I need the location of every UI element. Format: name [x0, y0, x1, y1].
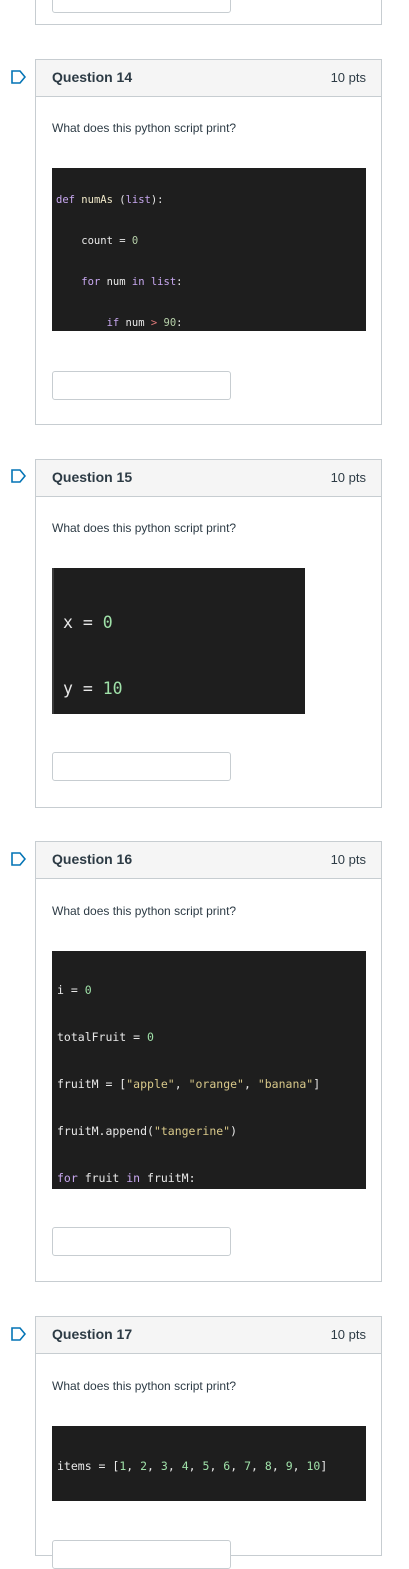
question-15-card: Question 15 10 pts What does this python…: [35, 459, 382, 808]
question-title: Question 16: [52, 851, 133, 867]
code-line: items = [1, 2, 3, 4, 5, 6, 7, 8, 9, 10]: [57, 1459, 328, 1473]
code-line: x = 0: [63, 613, 113, 632]
question-points: 10 pts: [330, 1327, 366, 1342]
code-line: if num > 90:: [106, 317, 183, 329]
code-line: for fruit in fruitM:: [57, 1171, 196, 1185]
code-line: y = 10: [63, 678, 123, 698]
answer-input[interactable]: [52, 371, 231, 400]
code-line: count = 0: [56, 235, 139, 247]
question-title: Question 17: [52, 1326, 133, 1342]
question-points: 10 pts: [330, 852, 366, 867]
code-image: i = 0 totalFruit = 0 fruitM = ["apple", …: [52, 951, 366, 1189]
question-17-card: Question 17 10 pts What does this python…: [35, 1316, 382, 1569]
code-line: for num in list:: [81, 276, 183, 288]
flag-question-icon[interactable]: [11, 852, 26, 866]
code-image: def numAs (list): count = 0 for num in l…: [52, 168, 366, 331]
code-image: items = [1, 2, 3, 4, 5, 6, 7, 8, 9, 10] …: [52, 1426, 366, 1501]
question-16-card: Question 16 10 pts What does this python…: [35, 841, 382, 1282]
answer-input[interactable]: [52, 1540, 231, 1569]
code-line: fruitM = ["apple", "orange", "banana"]: [57, 1077, 321, 1091]
flag-question-icon[interactable]: [11, 1327, 26, 1341]
question-points: 10 pts: [330, 70, 366, 85]
code-image: x = 0 y = 10 z = 20 print(x < y < (z-5)): [52, 568, 305, 714]
question-header: Question 15 10 pts: [36, 460, 381, 497]
question-prompt: What does this python script print?: [52, 904, 237, 918]
question-points: 10 pts: [330, 470, 366, 485]
code-line: fruitM.append("tangerine"): [57, 1124, 238, 1138]
question-header: Question 14 10 pts: [36, 60, 381, 97]
code-line: i = 0: [57, 983, 92, 997]
code-line: def numAs (list):: [56, 194, 164, 206]
flag-question-icon[interactable]: [11, 469, 26, 483]
question-prompt: What does this python script print?: [52, 521, 237, 535]
question-header: Question 17 10 pts: [36, 1317, 381, 1354]
flag-question-icon[interactable]: [11, 70, 26, 84]
q13-answer-input[interactable]: [52, 0, 231, 13]
question-prompt: What does this python script print?: [52, 121, 237, 135]
question-prompt: What does this python script print?: [52, 1379, 237, 1393]
answer-input[interactable]: [52, 1227, 231, 1256]
question-13-card: [35, 0, 382, 25]
question-14-card: Question 14 10 pts What does this python…: [35, 59, 382, 425]
code-line: totalFruit = 0: [57, 1030, 154, 1044]
question-title: Question 15: [52, 469, 133, 485]
question-title: Question 14: [52, 69, 133, 85]
question-header: Question 16 10 pts: [36, 842, 381, 879]
answer-input[interactable]: [52, 752, 231, 781]
